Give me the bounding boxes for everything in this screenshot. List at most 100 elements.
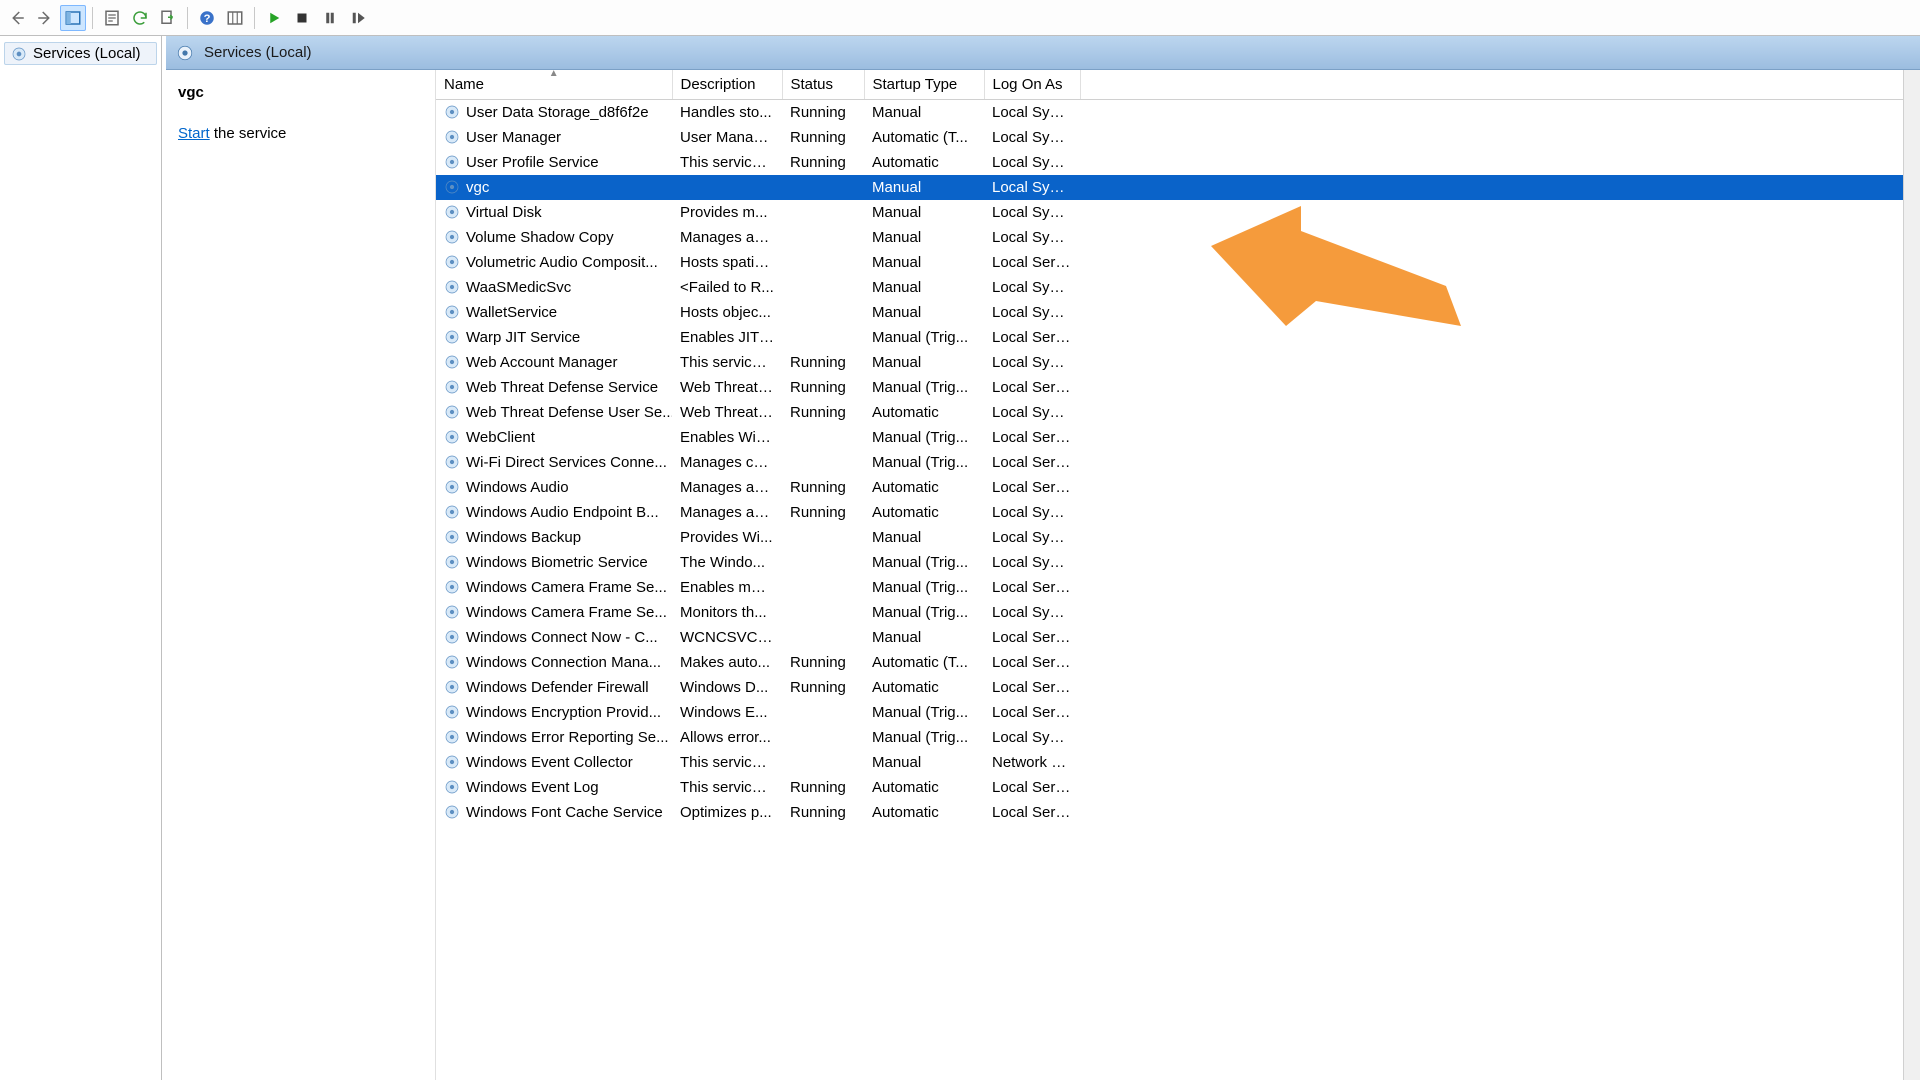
column-header-status[interactable]: Status [782,70,864,100]
service-icon [444,254,460,270]
service-row[interactable]: Windows Camera Frame Se...Monitors th...… [436,600,1920,625]
service-row[interactable]: Windows Event LogThis service ...Running… [436,775,1920,800]
service-icon [444,504,460,520]
service-status-cell [782,550,864,575]
service-name-cell: Warp JIT Service [466,329,580,346]
service-row[interactable]: Windows Font Cache ServiceOptimizes p...… [436,800,1920,825]
service-icon [444,554,460,570]
service-row[interactable]: Windows Connect Now - C...WCNCSVC ...Man… [436,625,1920,650]
nav-tree: Services (Local) [0,36,162,1080]
service-row[interactable]: Windows Error Reporting Se...Allows erro… [436,725,1920,750]
service-icon [444,454,460,470]
service-name-cell: Windows Biometric Service [466,554,648,571]
column-header-startup[interactable]: Startup Type [864,70,984,100]
service-name-cell: Windows Connect Now - C... [466,629,658,646]
service-row[interactable]: Windows Audio Endpoint B...Manages au...… [436,500,1920,525]
refresh-button[interactable] [127,5,153,31]
service-logon-cell: Network S... [984,750,1080,775]
column-header-description[interactable]: Description [672,70,782,100]
service-row[interactable]: User ManagerUser Manag...RunningAutomati… [436,125,1920,150]
toggle-tree-button[interactable] [60,5,86,31]
start-service-link[interactable]: Start [178,125,210,142]
tree-item-services-local[interactable]: Services (Local) [4,42,157,65]
service-description-cell: Enables mul... [672,575,782,600]
properties-button[interactable] [99,5,125,31]
start-service-button[interactable] [261,5,287,31]
service-row[interactable]: Windows Defender FirewallWindows D...Run… [436,675,1920,700]
service-startup-cell: Manual [864,225,984,250]
service-logon-cell: Local Service [984,700,1080,725]
service-name-cell: User Data Storage_d8f6f2e [466,104,649,121]
service-row[interactable]: Web Threat Defense User Se...Web Threat … [436,400,1920,425]
service-status-cell: Running [782,475,864,500]
service-startup-cell: Manual (Trig... [864,600,984,625]
service-row[interactable]: Web Threat Defense ServiceWeb Threat ...… [436,375,1920,400]
service-row[interactable]: vgcManualLocal Syste... [436,175,1920,200]
service-startup-cell: Manual [864,275,984,300]
service-status-cell [782,625,864,650]
service-list[interactable]: ▲Name Description Status Startup Type Lo… [436,70,1920,1080]
service-row[interactable]: User Data Storage_d8f6f2eHandles sto...R… [436,100,1920,125]
service-row[interactable]: Windows Event CollectorThis service ...M… [436,750,1920,775]
service-status-cell [782,750,864,775]
service-row[interactable]: Windows Encryption Provid...Windows E...… [436,700,1920,725]
service-description-cell: Manages au... [672,475,782,500]
service-row[interactable]: Windows Connection Mana...Makes auto...R… [436,650,1920,675]
service-name-cell: Windows Error Reporting Se... [466,729,669,746]
service-logon-cell: Local Syste... [984,200,1080,225]
service-row[interactable]: Windows AudioManages au...RunningAutomat… [436,475,1920,500]
service-icon [444,404,460,420]
service-logon-cell: Local Service [984,775,1080,800]
service-description-cell: The Windo... [672,550,782,575]
service-logon-cell: Local Syste... [984,525,1080,550]
service-row[interactable]: Virtual DiskProvides m...ManualLocal Sys… [436,200,1920,225]
service-description-cell: Provides Wi... [672,525,782,550]
service-icon [444,204,460,220]
service-startup-cell: Manual [864,350,984,375]
service-row[interactable]: Windows Camera Frame Se...Enables mul...… [436,575,1920,600]
service-description-cell: Optimizes p... [672,800,782,825]
service-icon [444,329,460,345]
service-startup-cell: Manual [864,525,984,550]
column-header-name[interactable]: ▲Name [436,70,672,100]
service-name-cell: Windows Event Collector [466,754,633,771]
service-row[interactable]: Volume Shadow CopyManages an...ManualLoc… [436,225,1920,250]
service-description-cell: Hosts spatia... [672,250,782,275]
service-description-cell: Handles sto... [672,100,782,125]
service-logon-cell: Local Service [984,800,1080,825]
service-startup-cell: Manual [864,300,984,325]
column-header-logon[interactable]: Log On As [984,70,1080,100]
nav-back-button[interactable] [4,5,30,31]
service-row[interactable]: Wi-Fi Direct Services Conne...Manages co… [436,450,1920,475]
service-startup-cell: Manual [864,100,984,125]
service-row[interactable]: Volumetric Audio Composit...Hosts spatia… [436,250,1920,275]
help-button[interactable]: ? [194,5,220,31]
column-label: Startup Type [873,76,958,93]
service-startup-cell: Manual (Trig... [864,550,984,575]
service-status-cell [782,200,864,225]
service-startup-cell: Manual (Trig... [864,425,984,450]
column-header-spacer [1080,70,1920,100]
service-row[interactable]: Windows BackupProvides Wi...ManualLocal … [436,525,1920,550]
stop-service-button[interactable] [289,5,315,31]
choose-columns-button[interactable] [222,5,248,31]
service-logon-cell: Local Service [984,475,1080,500]
service-row[interactable]: Windows Biometric Service The Windo... Man… [436,550,1920,575]
service-row[interactable]: User Profile ServiceThis service ...Runn… [436,150,1920,175]
nav-forward-button[interactable] [32,5,58,31]
pause-service-button[interactable] [317,5,343,31]
service-row[interactable]: WebClientEnables Win...Manual (Trig...Lo… [436,425,1920,450]
service-startup-cell: Automatic [864,775,984,800]
restart-service-button[interactable] [345,5,371,31]
service-row[interactable]: Warp JIT ServiceEnables JIT ...Manual (T… [436,325,1920,350]
service-description-cell: This service ... [672,350,782,375]
service-row[interactable]: Web Account ManagerThis service ...Runni… [436,350,1920,375]
export-button[interactable] [155,5,181,31]
service-row[interactable]: WaaSMedicSvc<Failed to R...ManualLocal S… [436,275,1920,300]
service-name-cell: Volume Shadow Copy [466,229,614,246]
column-label: Description [681,76,756,93]
service-icon [444,704,460,720]
service-row[interactable]: WalletServiceHosts objec...ManualLocal S… [436,300,1920,325]
tree-item-label: Services (Local) [33,45,141,62]
service-status-cell: Running [782,400,864,425]
